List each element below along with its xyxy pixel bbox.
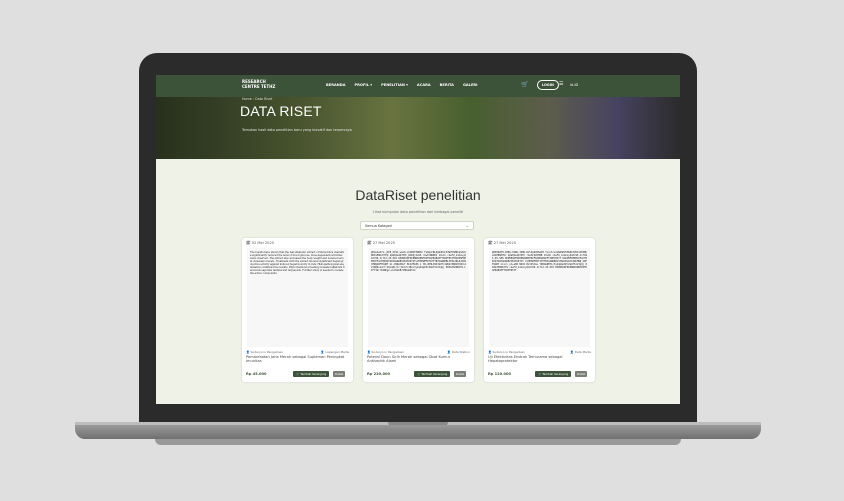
- card-price: Rp 45.000: [246, 372, 267, 376]
- card-thumbnail[interactable]: @H65NnHH-1B8U-XSRD-IPRK-R2lDsbCNSm1M Yoc…: [489, 248, 590, 347]
- card-thumbnail[interactable]: @Pmx4eZrS-{CDE_OI91-wGx8-atUMATPRNXV FuR…: [368, 248, 469, 347]
- add-to-cart-button[interactable]: 🛒 Tambah Keranjang: [293, 371, 330, 377]
- card-author: 👤 Sudaryo in Pangaduan: [367, 350, 405, 354]
- card-price: Rp 120.000: [488, 372, 511, 376]
- hero-overlay: [156, 97, 680, 159]
- add-to-cart-button[interactable]: 🛒 Tambah Keranjang: [414, 371, 451, 377]
- breadcrumb[interactable]: Home › Data Riset: [242, 97, 272, 101]
- laptop-shadow: [155, 439, 681, 445]
- page-title: DATA RISET: [240, 103, 322, 119]
- detail-button[interactable]: Detail: [333, 371, 346, 377]
- thumbnail-text: The results have shown that the leaf eth…: [250, 251, 345, 275]
- card-author: 👤 Sudaryo in Pangaduan: [246, 350, 284, 354]
- card-category: 👤 Lapangan Medis: [320, 350, 349, 354]
- card-date: 🗓 27 Mei 2025: [367, 241, 396, 245]
- card-title[interactable]: Potensi Daun Sirih Merah sebagai Obat Ku…: [367, 355, 467, 363]
- section-subtitle: Lihat kumpulan data penelitian dari berb…: [372, 210, 464, 214]
- cart-icon[interactable]: 🛒: [521, 81, 528, 88]
- card-thumbnail[interactable]: The results have shown that the leaf eth…: [247, 248, 348, 347]
- research-card[interactable]: 🗓 27 Mei 2025 @H65NnHH-1B8U-XSRD-IPRK-R2…: [484, 238, 595, 382]
- top-navbar: RESEARCH CENTRE TETHZ BERANDA PROFIL ▾ P…: [156, 75, 680, 97]
- chevron-down-icon: ⌄: [465, 223, 469, 228]
- card-category: 👤 Data Statiun: [447, 350, 470, 354]
- laptop-base: [75, 425, 761, 439]
- laptop-screen: RESEARCH CENTRE TETHZ BERANDA PROFIL ▾ P…: [156, 75, 680, 404]
- card-title[interactable]: Pemanfaatan Jahe Merah sebagai Suplemen …: [246, 355, 346, 363]
- section-title: DataRiset penelitian: [355, 187, 481, 203]
- thumbnail-text: @H65NnHH-1B8U-XSRD-IPRK-R2lDsbCNSm1M Yoc…: [492, 251, 587, 272]
- menu-item-berita[interactable]: BERITA: [440, 83, 454, 87]
- login-button[interactable]: LOGIN: [537, 80, 559, 90]
- language-selector[interactable]: id-ID: [570, 83, 578, 87]
- main-menu: BERANDA PROFIL ▾ PENELITIAN ▾ ACARA BERI…: [326, 83, 478, 87]
- card-title[interactable]: Uji Efektivitas Ekstrak Temurama sebagai…: [488, 355, 588, 363]
- menu-item-acara[interactable]: ACARA: [417, 83, 431, 87]
- category-select[interactable]: Semua Kategori ⌄: [360, 221, 474, 230]
- card-category: 👤 Data Medis: [570, 350, 591, 354]
- menu-item-beranda[interactable]: BERANDA: [326, 83, 346, 87]
- research-card[interactable]: 🗓 02 Mei 2025 The results have shown tha…: [242, 238, 353, 382]
- page-subtitle: Temukan hasil data penelitian baru yang …: [242, 128, 352, 132]
- card-date: 🗓 27 Mei 2025: [488, 241, 517, 245]
- menu-item-profil[interactable]: PROFIL ▾: [355, 83, 373, 87]
- card-price: Rp 220.000: [367, 372, 390, 376]
- research-card[interactable]: 🗓 27 Mei 2025 @Pmx4eZrS-{CDE_OI91-wGx8-a…: [363, 238, 474, 382]
- detail-button[interactable]: Detail: [454, 371, 467, 377]
- site-brand[interactable]: RESEARCH CENTRE TETHZ: [242, 79, 282, 89]
- category-select-value: Semua Kategori: [365, 224, 393, 228]
- detail-button[interactable]: Detail: [575, 371, 588, 377]
- menu-icon[interactable]: ☰: [559, 81, 563, 87]
- add-to-cart-button[interactable]: 🛒 Tambah Keranjang: [535, 371, 572, 377]
- menu-item-galeri[interactable]: GALERI: [463, 83, 478, 87]
- card-date: 🗓 02 Mei 2025: [246, 241, 275, 245]
- card-author: 👤 Sudaryo in Pangaduan: [488, 350, 526, 354]
- menu-item-penelitian[interactable]: PENELITIAN ▾: [381, 83, 408, 87]
- thumbnail-text: @Pmx4eZrS-{CDE_OI91-wGx8-atUMATPRNXV FuR…: [371, 251, 466, 272]
